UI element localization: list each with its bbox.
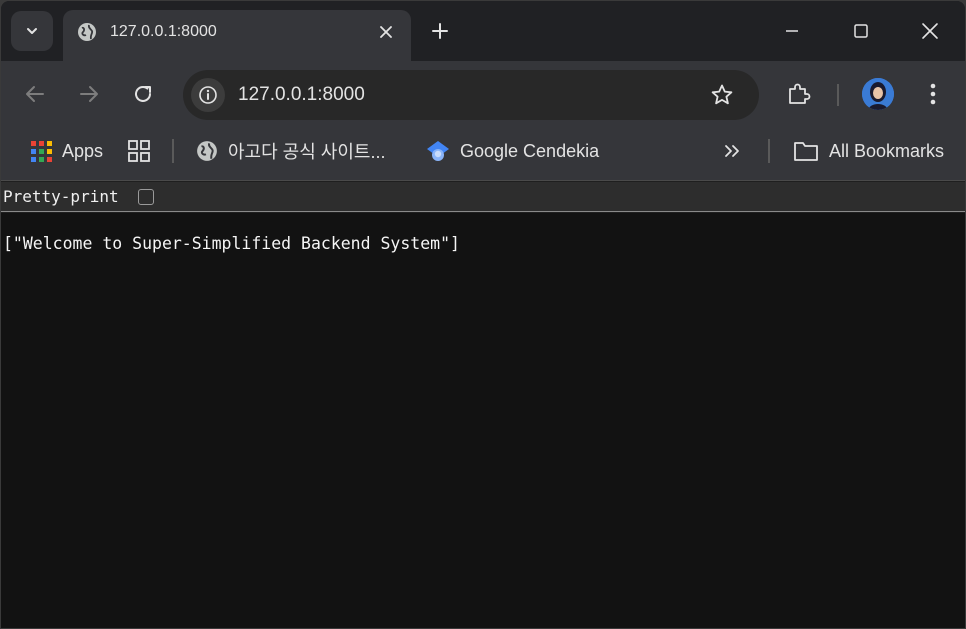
- folder-icon: [793, 140, 819, 162]
- bookmark-agoda-label: 아고다 공식 사이트...: [228, 142, 386, 162]
- pretty-print-bar: Pretty-print: [1, 182, 965, 212]
- close-icon: [922, 23, 938, 39]
- close-window-button[interactable]: [907, 11, 953, 51]
- toolbar: 127.0.0.1:8000: [1, 61, 965, 127]
- maximize-button[interactable]: [838, 11, 884, 51]
- url-text[interactable]: 127.0.0.1:8000: [238, 84, 365, 106]
- globe-icon: [78, 23, 96, 41]
- chevron-down-icon: [27, 28, 37, 34]
- browser-window: 127.0.0.1:8000 127.0.0.1:8000 Apps 아고다 공…: [1, 1, 965, 628]
- minimize-button[interactable]: [769, 11, 815, 51]
- graduation-cap-icon: [426, 140, 450, 162]
- tab-active[interactable]: 127.0.0.1:8000: [63, 10, 411, 61]
- info-icon: [199, 86, 217, 104]
- more-bookmarks-button[interactable]: [723, 139, 741, 163]
- bookmark-apps[interactable]: Apps: [31, 139, 103, 163]
- back-button[interactable]: [19, 78, 51, 110]
- bookmark-star-button[interactable]: [709, 82, 735, 108]
- pretty-print-checkbox[interactable]: [138, 189, 154, 205]
- bookmarks-bar: Apps 아고다 공식 사이트... Google Cendekia All B…: [1, 127, 965, 181]
- profile-avatar[interactable]: [862, 78, 894, 110]
- reload-icon: [135, 85, 151, 102]
- more-vert-icon: [930, 83, 936, 105]
- address-bar[interactable]: 127.0.0.1:8000: [183, 70, 759, 120]
- puzzle-icon: [789, 83, 811, 104]
- plus-icon: [432, 23, 448, 39]
- tab-strip: 127.0.0.1:8000: [1, 1, 965, 61]
- extensions-button[interactable]: [783, 78, 815, 110]
- arrow-left-icon: [26, 86, 44, 102]
- arrow-right-icon: [80, 86, 98, 102]
- maximize-icon: [854, 24, 868, 38]
- bookmarks-divider: [172, 139, 174, 163]
- json-response-text: ["Welcome to Super-Simplified Backend Sy…: [3, 234, 460, 253]
- bookmark-apps-label: Apps: [62, 140, 104, 161]
- forward-button[interactable]: [73, 78, 105, 110]
- tab-groups-icon: [128, 140, 150, 162]
- tab-title: 127.0.0.1:8000: [110, 23, 217, 40]
- minimize-icon: [786, 30, 798, 32]
- tab-close-button[interactable]: [375, 21, 397, 43]
- close-icon: [380, 26, 392, 38]
- bookmarks-divider: [768, 139, 770, 163]
- menu-button[interactable]: [919, 78, 947, 110]
- site-info-button[interactable]: [191, 78, 225, 112]
- globe-icon: [196, 140, 218, 162]
- tab-groups-button[interactable]: [128, 139, 150, 163]
- page-content: ["Welcome to Super-Simplified Backend Sy…: [1, 213, 965, 628]
- toolbar-divider: [837, 84, 839, 106]
- avatar-icon: [862, 78, 894, 110]
- new-tab-button[interactable]: [427, 18, 453, 44]
- bookmark-agoda[interactable]: 아고다 공식 사이트...: [196, 139, 385, 163]
- star-icon: [711, 84, 733, 105]
- tab-search-button[interactable]: [11, 11, 53, 51]
- bookmark-google-cendekia[interactable]: Google Cendekia: [426, 139, 599, 163]
- apps-grid-icon: [31, 140, 52, 162]
- pretty-print-label: Pretty-print: [3, 187, 119, 206]
- bookmark-google-cendekia-label: Google Cendekia: [460, 140, 600, 161]
- chevron-double-right-icon: [725, 145, 739, 157]
- all-bookmarks-button[interactable]: All Bookmarks: [793, 139, 944, 163]
- reload-button[interactable]: [127, 78, 159, 110]
- all-bookmarks-label: All Bookmarks: [829, 140, 945, 161]
